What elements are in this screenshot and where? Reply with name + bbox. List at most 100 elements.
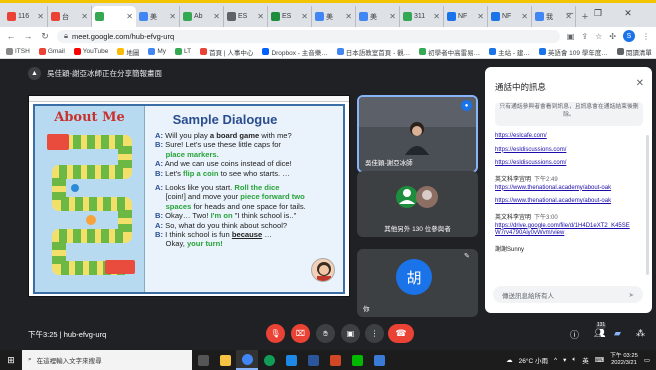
bookmark-item[interactable]: My <box>148 48 166 55</box>
tab-close-icon[interactable]: ✕ <box>345 12 352 21</box>
back-icon[interactable]: ← <box>6 31 16 41</box>
taskbar-clock[interactable]: 下午 03:25 2022/3/21 <box>610 353 638 367</box>
browser-tab[interactable]: 美 ✕ <box>312 6 356 27</box>
tab-close-icon[interactable]: ✕ <box>213 12 220 21</box>
bookmark-item[interactable]: Dropbox - 主音樂… <box>262 47 328 57</box>
dialogue-segment: B: <box>155 230 164 240</box>
present-now-button[interactable]: ▣ <box>341 324 360 343</box>
word-app-icon[interactable] <box>302 350 324 370</box>
menu-icon[interactable]: ⋮ <box>642 32 650 41</box>
dialogue-segment: Okay, <box>155 239 187 249</box>
tab-close-icon[interactable]: ✕ <box>126 12 133 21</box>
bookmark-item[interactable]: 地圖 <box>117 47 139 57</box>
browser-tab[interactable]: 311 ✕ <box>400 6 444 27</box>
bookmark-item[interactable]: 日本語教室首頁 - 觀… <box>336 47 411 57</box>
bookmark-item[interactable]: YouTube <box>73 48 108 55</box>
tab-close-icon[interactable]: ✕ <box>477 12 484 21</box>
notification-icon[interactable]: ▭ <box>644 356 650 364</box>
chat-link[interactable]: https://drive.google.com/file/d/1H4D1eXT… <box>495 223 635 238</box>
participant-tile[interactable]: 胡 你 <box>357 249 478 317</box>
maximize-icon[interactable]: ❐ <box>584 3 612 23</box>
camera-off-button[interactable]: ⌧ <box>291 324 310 343</box>
tab-close-icon[interactable]: ✕ <box>521 12 528 21</box>
minimize-icon[interactable]: ─ <box>556 3 584 23</box>
explorer-app-icon[interactable] <box>214 350 236 370</box>
share-icon[interactable]: ⇪ <box>581 32 588 41</box>
browser-tab[interactable]: 美 ✕ <box>136 6 180 27</box>
browser-tab[interactable]: 台 ✕ <box>48 6 92 27</box>
other-app-icon[interactable] <box>368 350 390 370</box>
reload-icon[interactable]: ↻ <box>40 31 50 42</box>
tab-close-icon[interactable]: ✕ <box>301 12 308 21</box>
send-icon[interactable]: ➤ <box>629 291 634 299</box>
ime-indicator[interactable]: 英 <box>582 355 589 365</box>
bookmark-item[interactable]: 閱讀清單 <box>616 47 652 57</box>
url-field[interactable]: 🔒︎ meet.google.com/hub-efvg-urq <box>57 29 560 43</box>
chat-close-icon[interactable]: ✕ <box>636 78 644 89</box>
chat-link[interactable]: https://esldiscussions.com/ <box>495 147 635 155</box>
bookmark-label: Gmail <box>47 48 65 55</box>
windows-start-icon[interactable]: ⊞ <box>0 350 22 370</box>
browser-tab[interactable]: NF ✕ <box>444 6 488 27</box>
profile-avatar[interactable]: S <box>623 30 635 42</box>
raise-hand-button[interactable]: ✋︎ <box>316 324 335 343</box>
browser-tab[interactable]: ES ✕ <box>268 6 312 27</box>
bookmark-item[interactable]: ITSH <box>6 48 30 55</box>
self-video-tile[interactable]: ● 吳佳穎-謝亞冰師 <box>357 95 478 173</box>
store-app-icon[interactable] <box>280 350 302 370</box>
presentation-stage: About Me Sample Dialogue A: Will you pla… <box>28 95 350 297</box>
chat-input[interactable]: 傳送訊息給所有人 ➤ <box>493 286 643 303</box>
browser-tab[interactable]: 116 ✕ <box>4 6 48 27</box>
line-app-icon[interactable] <box>346 350 368 370</box>
keyboard-icon[interactable]: ⌨ <box>595 356 604 364</box>
meeting-info-icon[interactable]: ⓘ <box>570 328 579 341</box>
bookmark-item[interactable]: 初學者中高雷易… <box>419 47 480 57</box>
bookmark-label: 日本語教室首頁 - 觀… <box>345 49 411 57</box>
others-tile[interactable]: 其他另外 130 位參與者 <box>357 171 478 237</box>
edge-app-icon[interactable] <box>258 350 280 370</box>
browser-tab[interactable]: NF ✕ <box>488 6 532 27</box>
bookmark-favicon-icon <box>616 48 624 55</box>
chat-scrollbar[interactable] <box>646 135 649 275</box>
tab-close-icon[interactable]: ✕ <box>433 12 440 21</box>
tab-close-icon[interactable]: ✕ <box>257 12 264 21</box>
chat-icon[interactable]: ▰ <box>614 328 621 339</box>
taskbar-search[interactable]: ⌕ 在這裡輸入文字來搜尋 <box>22 350 192 370</box>
bookmark-item[interactable]: 主站 - 建… <box>489 47 530 57</box>
more-options-button[interactable]: ⋮ <box>365 324 384 343</box>
chrome-app-icon[interactable] <box>236 350 258 370</box>
extensions-icon[interactable]: ✣ <box>609 32 616 41</box>
browser-tab[interactable]: ✕ <box>92 6 136 27</box>
forward-icon[interactable]: → <box>23 31 33 41</box>
browser-tab[interactable]: Ab ✕ <box>180 6 224 27</box>
tab-close-icon[interactable]: ✕ <box>389 12 396 21</box>
task-view-icon[interactable] <box>192 350 214 370</box>
chat-link[interactable]: https://www.thenational.academy/about-oa… <box>495 185 635 193</box>
volume-icon[interactable]: 🔈︎ <box>572 356 576 364</box>
end-call-button[interactable]: ☎︎ <box>388 324 414 343</box>
bookmark-item[interactable]: LT <box>175 48 191 55</box>
bookmark-item[interactable]: 首頁 | 人事中心 <box>200 47 253 57</box>
people-icon[interactable]: 👥︎ <box>594 328 605 339</box>
browser-tab[interactable]: 美 ✕ <box>356 6 400 27</box>
chat-link[interactable]: https://esldiscussions.com/ <box>495 160 635 168</box>
dialogue-line: A: So, what do you think about school? <box>155 221 335 230</box>
tab-label: Ab <box>194 13 203 20</box>
camera-icon[interactable]: ▣ <box>567 32 575 41</box>
network-icon[interactable]: ▾ <box>563 356 566 364</box>
bookmark-star-icon[interactable]: ☆ <box>595 32 602 41</box>
tab-close-icon[interactable]: ✕ <box>37 12 44 21</box>
tab-favicon-icon <box>139 12 148 21</box>
tab-close-icon[interactable]: ✕ <box>169 12 176 21</box>
activities-icon[interactable]: ⁂ <box>636 328 645 339</box>
tray-chevron-icon[interactable]: ^ <box>554 357 557 364</box>
powerpoint-app-icon[interactable] <box>324 350 346 370</box>
chat-link[interactable]: https://www.thenational.academy/about-oa… <box>495 198 635 206</box>
bookmark-item[interactable]: 英語會 109 學年度… <box>538 47 608 57</box>
close-window-icon[interactable]: ✕ <box>614 3 642 23</box>
tab-close-icon[interactable]: ✕ <box>81 12 88 21</box>
browser-tab[interactable]: ES ✕ <box>224 6 268 27</box>
chat-link[interactable]: https://eslcafe.com/ <box>495 133 635 141</box>
bookmark-item[interactable]: Gmail <box>38 48 65 55</box>
mic-off-button[interactable]: 🎙︎ <box>266 324 285 343</box>
